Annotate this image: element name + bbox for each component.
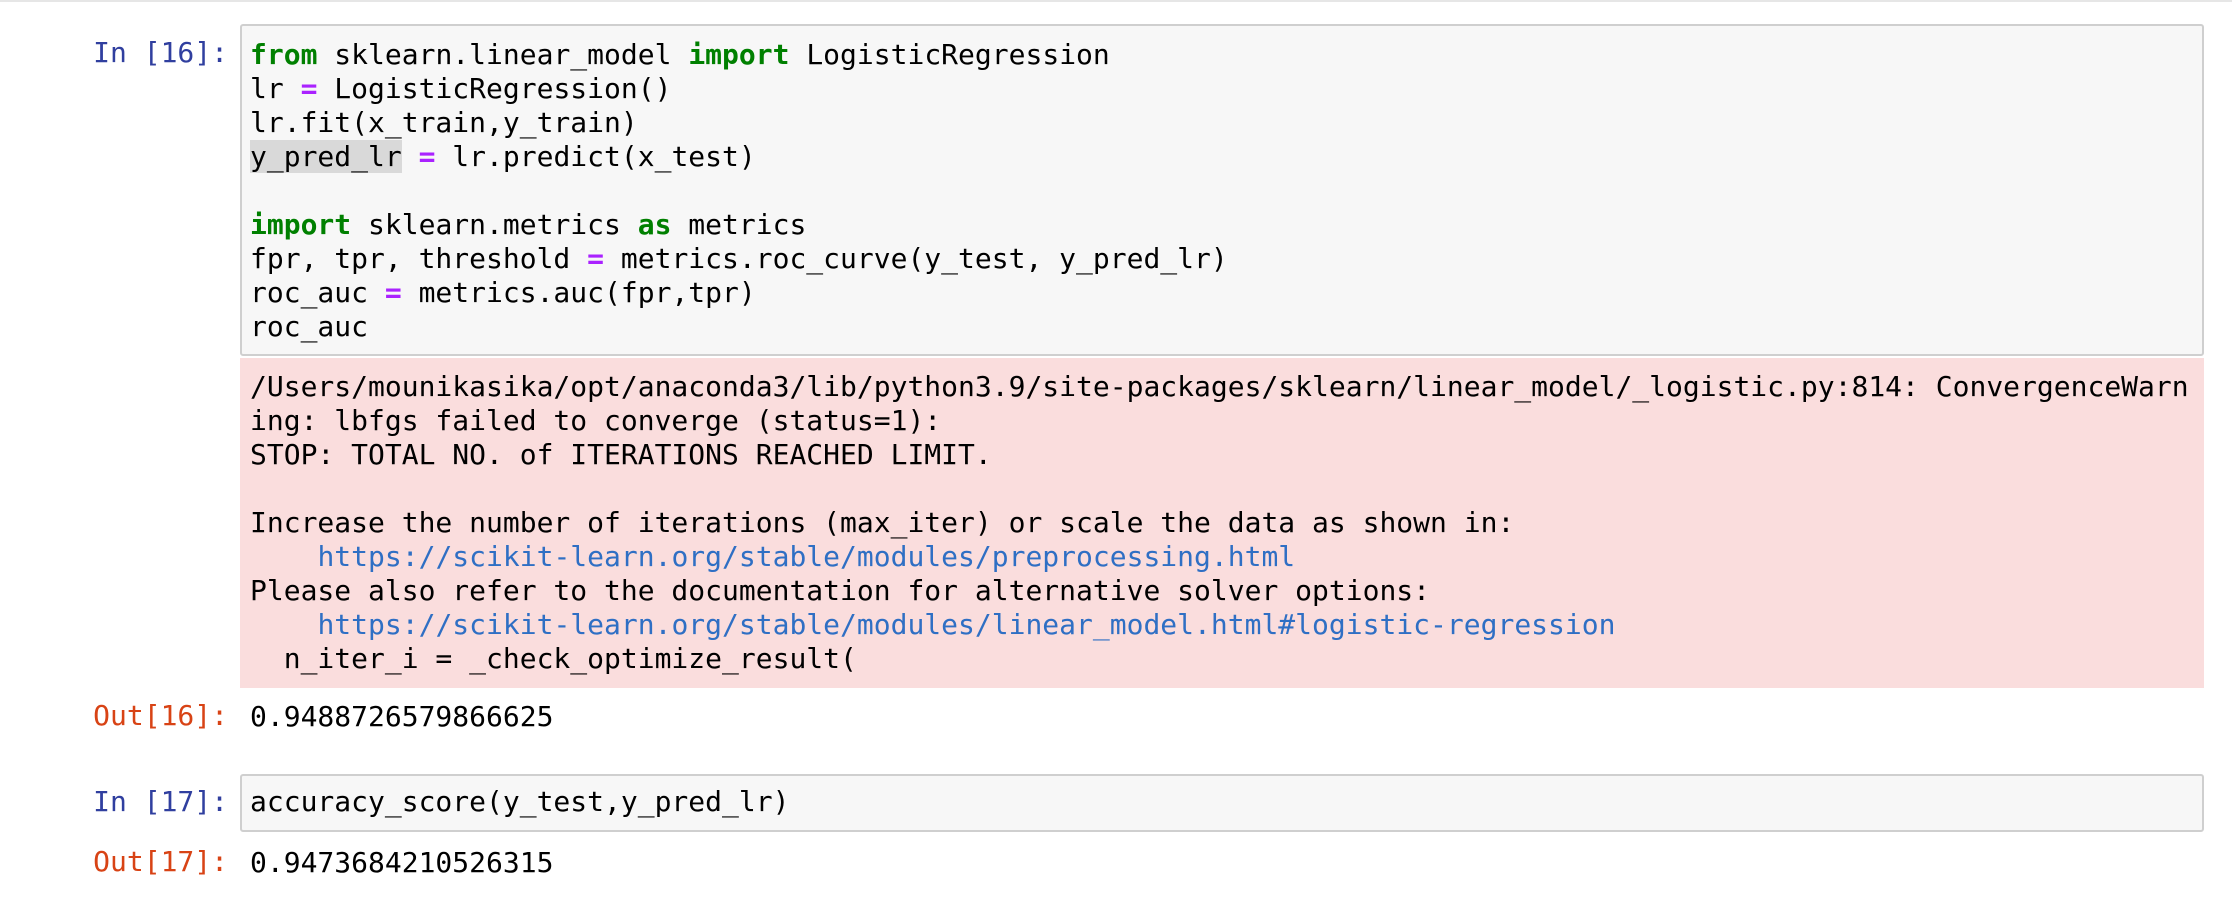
cell-17-result: 0.9473684210526315 (250, 846, 554, 879)
stderr-line-2: ing: lbfgs failed to converge (status=1)… (250, 404, 942, 437)
code-text: lr (250, 72, 301, 105)
class-name: LogisticRegression (789, 38, 1110, 71)
notebook-page: In [16]: from sklearn.linear_model impor… (0, 0, 2232, 902)
stderr-line-7: Please also refer to the documentation f… (250, 574, 1431, 607)
cell-17-in-prompt: In [17]: (93, 785, 228, 818)
code-line-4: y_pred_lr = lr.predict(x_test) (242, 140, 2202, 174)
keyword-import: import (688, 38, 790, 71)
code-line-3: lr.fit(x_train,y_train) (242, 106, 2202, 140)
code-line-1: accuracy_score(y_test,y_pred_lr) (250, 785, 790, 818)
stderr-line-8: https://scikit-learn.org/stable/modules/… (240, 608, 2204, 642)
alias-name: metrics (671, 208, 807, 241)
stderr-line-1: /Users/mounikasika/opt/anaconda3/lib/pyt… (250, 370, 2189, 403)
cell-16-stderr-output: /Users/mounikasika/opt/anaconda3/lib/pyt… (240, 358, 2204, 688)
module-name: sklearn.linear_model (317, 38, 689, 71)
cell-17-out-prompt: Out[17]: (93, 845, 228, 878)
stderr-line-5: Increase the number of iterations (max_i… (250, 506, 1515, 539)
stderr-line-4 (240, 472, 2204, 506)
cell-16-code-editor[interactable]: from sklearn.linear_model import Logisti… (240, 24, 2204, 356)
code-text: metrics.roc_curve(y_test, y_pred_lr) (604, 242, 1228, 275)
code-line-9: roc_auc (242, 310, 2202, 344)
code-text: lr.predict(x_test) (435, 140, 756, 173)
cell-16-result: 0.9488726579866625 (250, 700, 554, 733)
preprocessing-docs-link[interactable]: https://scikit-learn.org/stable/modules/… (317, 540, 1295, 573)
cell-16-in-prompt: In [16]: (93, 36, 228, 69)
operator-assign: = (418, 140, 436, 173)
code-text: fpr, tpr, threshold (250, 242, 588, 275)
module-name: sklearn.metrics (351, 208, 638, 241)
stderr-line-3: STOP: TOTAL NO. of ITERATIONS REACHED LI… (250, 438, 992, 471)
keyword-import: import (250, 208, 352, 241)
stderr-line-9: n_iter_i = _check_optimize_result( (250, 642, 857, 675)
top-divider (0, 0, 2232, 2)
code-line-1: from sklearn.linear_model import Logisti… (242, 38, 2202, 72)
code-line-6: import sklearn.metrics as metrics (242, 208, 2202, 242)
code-text: lr.fit(x_train,y_train) (250, 106, 638, 139)
operator-assign: = (300, 72, 318, 105)
highlighted-variable: y_pred_lr (250, 140, 402, 173)
code-text: roc_auc (250, 310, 369, 343)
keyword-as: as (637, 208, 672, 241)
code-line-2: lr = LogisticRegression() (242, 72, 2202, 106)
code-text: metrics.auc(fpr,tpr) (401, 276, 756, 309)
code-text: roc_auc (250, 276, 385, 309)
keyword-from: from (250, 38, 318, 71)
operator-assign: = (587, 242, 605, 275)
code-text: LogisticRegression() (317, 72, 672, 105)
code-line-8: roc_auc = metrics.auc(fpr,tpr) (242, 276, 2202, 310)
code-line-7: fpr, tpr, threshold = metrics.roc_curve(… (242, 242, 2202, 276)
operator-assign: = (384, 276, 402, 309)
stderr-line-6: https://scikit-learn.org/stable/modules/… (240, 540, 2204, 574)
cell-16-out-prompt: Out[16]: (93, 699, 228, 732)
logistic-regression-docs-link[interactable]: https://scikit-learn.org/stable/modules/… (317, 608, 1615, 641)
cell-17-code-editor[interactable]: accuracy_score(y_test,y_pred_lr) (240, 774, 2204, 832)
